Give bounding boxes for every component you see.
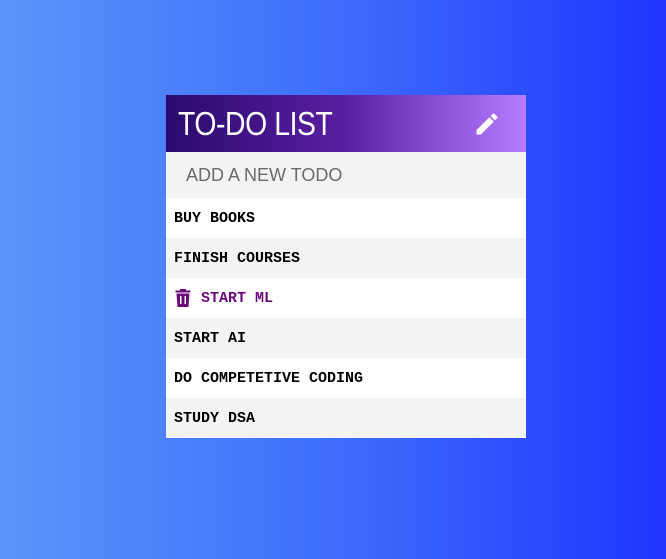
todo-header: TO-DO LIST — [166, 95, 526, 152]
page-title: TO-DO LIST — [178, 104, 333, 142]
todo-item-label: DO COMPETETIVE CODING — [174, 369, 364, 387]
trash-icon[interactable] — [174, 288, 192, 308]
todo-item-label: FINISH COURSES — [174, 249, 301, 267]
todo-item[interactable]: START AI — [166, 318, 526, 358]
todo-item[interactable]: STUDY DSA — [166, 398, 526, 438]
todo-item-label: START ML — [201, 289, 274, 307]
todo-list: BUY BOOKS FINISH COURSES START ML START … — [166, 198, 526, 438]
todo-item[interactable]: BUY BOOKS — [166, 198, 526, 238]
new-todo-input[interactable] — [166, 152, 526, 198]
todo-item-label: BUY BOOKS — [174, 209, 256, 227]
todo-item[interactable]: FINISH COURSES — [166, 238, 526, 278]
todo-item[interactable]: START ML — [166, 278, 526, 318]
todo-item-label: STUDY DSA — [174, 409, 256, 427]
todo-item[interactable]: DO COMPETETIVE CODING — [166, 358, 526, 398]
todo-item-label: START AI — [174, 329, 247, 347]
pencil-icon[interactable] — [472, 109, 502, 139]
todo-card: TO-DO LIST BUY BOOKS FINISH COURSES STAR… — [166, 95, 526, 438]
